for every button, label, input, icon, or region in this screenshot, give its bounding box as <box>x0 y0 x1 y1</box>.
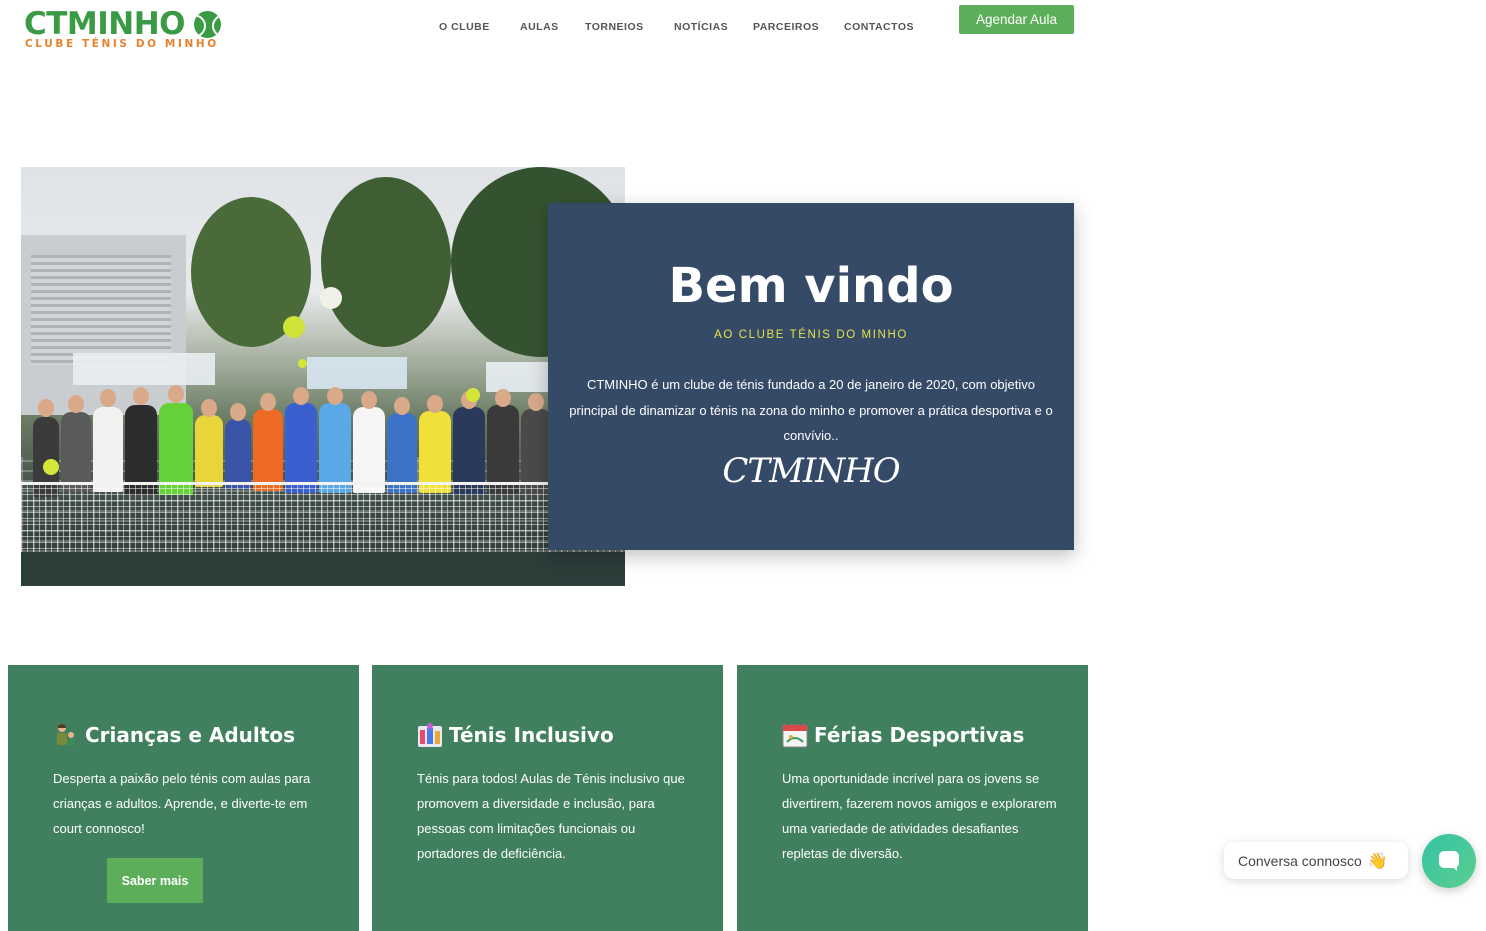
photo-head <box>327 387 343 405</box>
photo-person <box>195 415 223 487</box>
photo-head <box>201 399 217 417</box>
photo-head <box>100 389 116 407</box>
card-criancas-adultos: Crianças e Adultos Desperta a paixão pel… <box>8 665 359 931</box>
nav-item-parceiros[interactable]: PARCEIROS <box>753 21 819 33</box>
nav-item-contactos[interactable]: CONTACTOS <box>844 21 914 33</box>
photo-court <box>21 552 625 586</box>
photo-head <box>427 395 443 413</box>
calendar-icon <box>782 722 808 748</box>
photo-head <box>38 399 54 417</box>
card-text: Uma oportunidade incrível para os jovens… <box>782 771 1057 861</box>
photo-person <box>225 419 251 489</box>
photo-head <box>394 397 410 415</box>
welcome-body: CTMINHO é um clube de ténis fundado a 20… <box>569 377 1053 443</box>
chat-icon <box>1439 851 1459 871</box>
photo-tree <box>321 177 451 347</box>
photo-head <box>361 391 377 409</box>
logo-subtitle: CLUBE TÉNIS DO MINHO <box>25 38 219 50</box>
photo-head <box>528 393 544 411</box>
photo-banner <box>73 353 215 385</box>
card-title-text: Ténis Inclusivo <box>449 723 614 747</box>
tennis-ball <box>320 287 342 309</box>
tennis-ball <box>466 388 480 402</box>
photo-banner <box>307 357 407 389</box>
photo-person <box>285 403 317 493</box>
photo-person <box>387 413 417 493</box>
photo-net <box>21 482 625 555</box>
photo-person <box>253 409 283 491</box>
card-title-text: Férias Desportivas <box>814 723 1025 747</box>
card-title: Férias Desportivas <box>782 722 1024 748</box>
family-icon <box>53 722 79 748</box>
nav-item-torneios[interactable]: TORNEIOS <box>585 21 644 33</box>
welcome-subtitle: AO CLUBE TÉNIS DO MINHO <box>714 329 908 341</box>
photo-building <box>21 235 186 415</box>
photo-person <box>93 407 123 492</box>
saber-mais-button[interactable]: Saber mais <box>107 858 203 903</box>
tennis-ball-icon <box>194 11 221 38</box>
photo-head <box>495 389 511 407</box>
card-title: Ténis Inclusivo <box>417 722 614 748</box>
card-ferias-desportivas: Férias Desportivas Uma oportunidade incr… <box>737 665 1088 931</box>
site-logo[interactable]: CTMINHO CLUBE TÉNIS DO MINHO <box>24 8 229 52</box>
chat-bubble[interactable]: Conversa connosco 👋 <box>1224 842 1408 879</box>
logo-text: CTMINHO <box>24 6 186 42</box>
welcome-title: Bem vindo <box>668 258 954 314</box>
waving-hand-icon: 👋 <box>1367 852 1388 870</box>
tennis-ball <box>298 359 307 368</box>
photo-head <box>168 385 184 403</box>
photo-head <box>260 393 276 411</box>
welcome-signature: CTMINHO <box>722 451 900 491</box>
photo-person <box>319 403 351 493</box>
tennis-ball <box>283 316 305 338</box>
photo-head <box>68 395 84 413</box>
chat-open-button[interactable] <box>1422 834 1476 888</box>
inclusive-icon <box>417 722 443 748</box>
photo-person <box>419 411 451 493</box>
nav-item-aulas[interactable]: AULAS <box>520 21 559 33</box>
photo-head <box>230 403 246 421</box>
card-title-text: Crianças e Adultos <box>85 723 295 747</box>
photo-head <box>133 387 149 405</box>
photo-person <box>61 412 91 492</box>
nav-item-o-clube[interactable]: O CLUBE <box>439 21 490 33</box>
tennis-ball <box>43 459 59 475</box>
photo-person <box>353 407 385 493</box>
card-tenis-inclusivo: Ténis Inclusivo Ténis para todos! Aulas … <box>372 665 723 931</box>
agendar-aula-button[interactable]: Agendar Aula <box>959 5 1074 34</box>
chat-bubble-text: Conversa connosco <box>1238 852 1362 869</box>
hero-photo <box>21 167 625 586</box>
nav-item-noticias[interactable]: NOTÍCIAS <box>674 21 728 33</box>
card-text: Ténis para todos! Aulas de Ténis inclusi… <box>417 771 685 861</box>
card-text: Desperta a paixão pelo ténis com aulas p… <box>53 771 311 836</box>
photo-head <box>293 387 309 405</box>
welcome-card: Bem vindo AO CLUBE TÉNIS DO MINHO CTMINH… <box>548 203 1074 550</box>
card-title: Crianças e Adultos <box>53 722 295 748</box>
